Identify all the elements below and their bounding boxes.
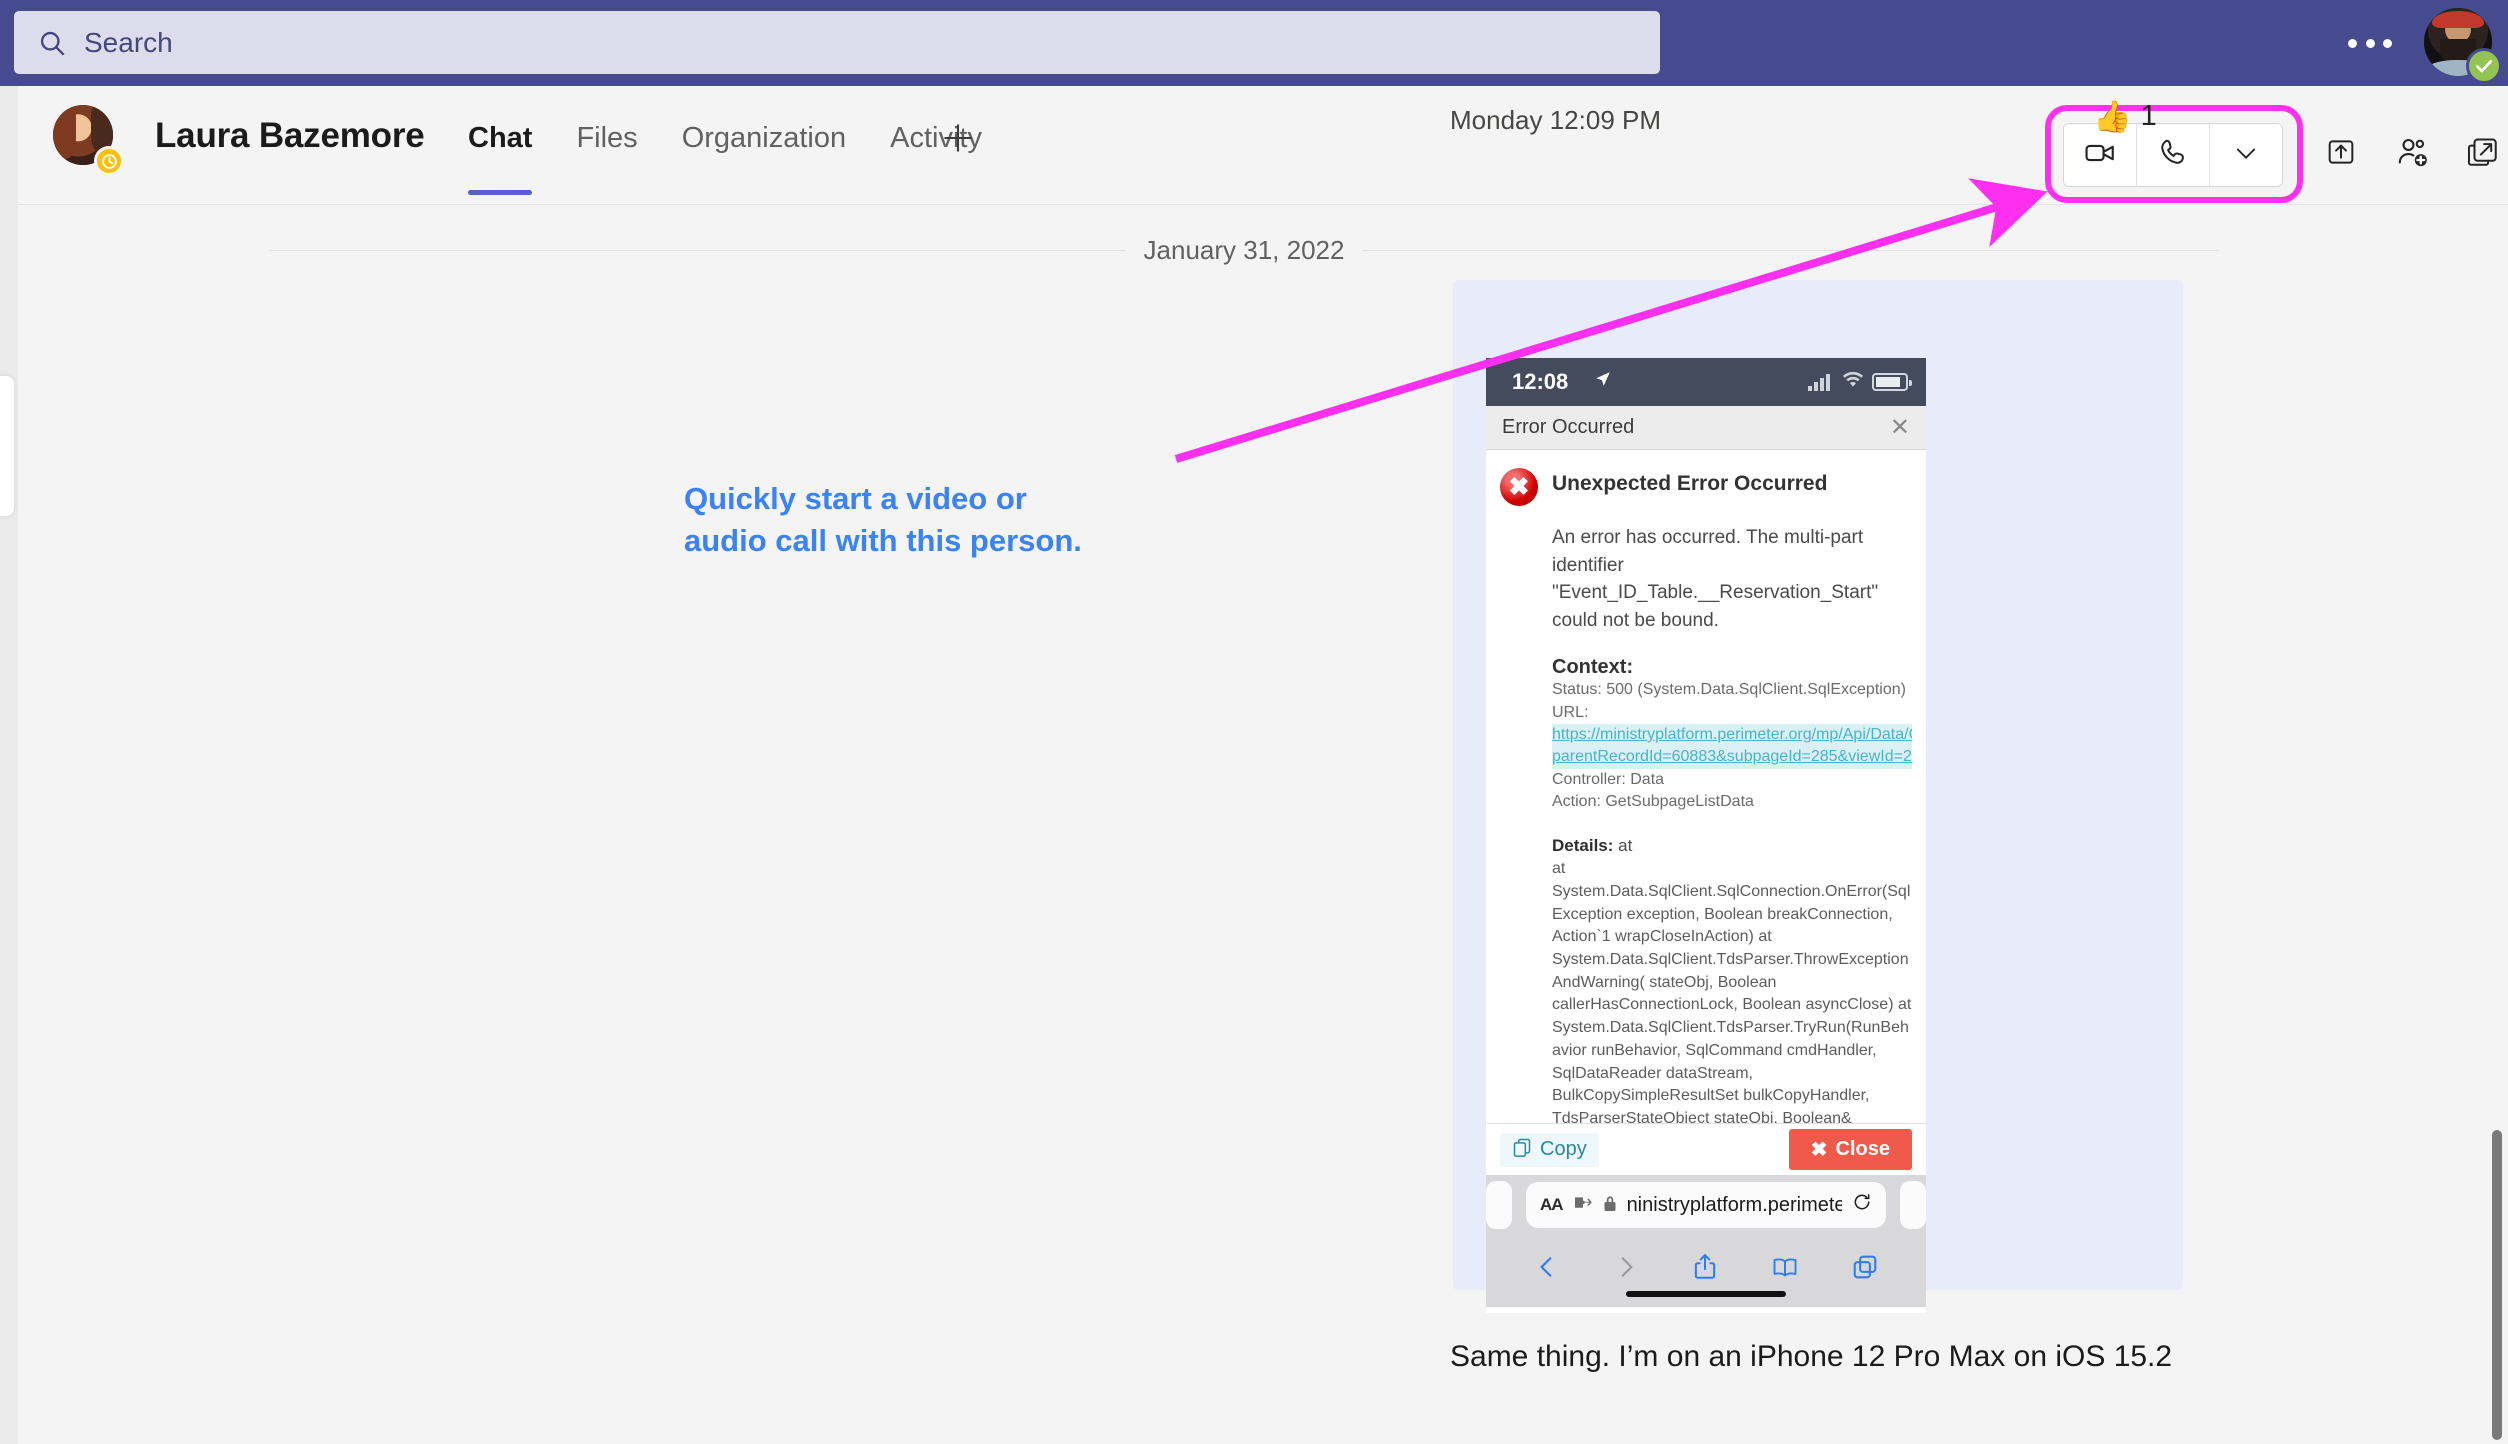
chevron-down-icon (2232, 139, 2260, 172)
copy-button-label: Copy (1540, 1138, 1587, 1160)
error-dialog-body: ✖ Unexpected Error Occurred An error has… (1486, 450, 1926, 1175)
chevron-right-icon (1613, 1254, 1639, 1288)
add-person-icon (2395, 134, 2431, 175)
battery-icon (1872, 373, 1912, 391)
chat-tabs: Chat Files Organization Activity (446, 122, 1004, 195)
dot (2348, 38, 2357, 48)
lock-icon (1603, 1195, 1617, 1216)
error-dialog-titlebar: Error Occurred ✕ (1486, 406, 1926, 450)
date-label: January 31, 2022 (1143, 234, 1345, 265)
context-status: Status: 500 (System.Data.SqlClient.SqlEx… (1552, 681, 1906, 699)
open-in-new-window-icon (2466, 135, 2500, 174)
phone-icon (2157, 137, 2189, 174)
search-placeholder: Search (84, 26, 173, 58)
close-button-label: Close (1835, 1138, 1890, 1160)
safari-url-text: ninistryplatform.perimeter.org (1626, 1193, 1842, 1216)
text-size-button[interactable]: AA (1540, 1195, 1564, 1215)
video-camera-icon (2083, 136, 2117, 175)
context-url-line-1[interactable]: https://ministryplatform.perimeter.org/m… (1552, 723, 1912, 747)
tab-organization[interactable]: Organization (660, 122, 868, 155)
error-description: An error has occurred. The multi-part id… (1552, 527, 1879, 631)
message-timestamp: Monday 12:09 PM (1450, 105, 1662, 135)
avatar-cap (2432, 10, 2484, 29)
left-rail (0, 86, 18, 1444)
divider-line-right (1362, 249, 2219, 251)
thumbs-up-icon: 👍 (2093, 99, 2132, 134)
tab-files[interactable]: Files (554, 122, 659, 155)
away-status-icon (94, 146, 124, 176)
annotation-line-2: audio call with this person. (684, 522, 1082, 558)
copy-button[interactable]: Copy (1500, 1132, 1599, 1167)
context-action: Action: GetSubpageListData (1552, 793, 1754, 811)
safari-url-field[interactable]: AA ninistryplatform.perimeter.org (1526, 1182, 1886, 1228)
message-reaction[interactable]: 👍 1 (2093, 100, 2157, 133)
more-options-button[interactable] (2348, 26, 2392, 60)
reaction-count: 1 (2140, 100, 2157, 132)
avatar-hair-left (53, 107, 76, 159)
details-inline: at (1613, 835, 1633, 855)
dot (2365, 38, 2375, 48)
copy-icon (1512, 1137, 1532, 1163)
safari-toolbar (1486, 1235, 1926, 1307)
details-label-text: Details: (1552, 835, 1614, 855)
search-input[interactable]: Search (14, 11, 1660, 74)
call-options-button[interactable] (2210, 124, 2282, 186)
puzzle-piece-icon[interactable] (1573, 1195, 1593, 1215)
close-icon[interactable]: ✕ (1890, 415, 1910, 440)
message-attachment-screenshot[interactable]: 12:08 Error Occurred ✕ ✖ Unexpected Erro… (1486, 358, 1926, 1313)
safari-address-bar: AA ninistryplatform.perimeter.org (1486, 1175, 1926, 1235)
wifi-icon (1842, 371, 1864, 393)
context-controller: Controller: Data (1552, 770, 1665, 788)
phone-status-bar: 12:08 (1486, 358, 1926, 406)
phone-clock: 12:08 (1512, 369, 1569, 394)
home-indicator (1626, 1291, 1786, 1297)
error-heading-row: ✖ Unexpected Error Occurred (1500, 466, 1912, 506)
reload-icon[interactable] (1852, 1192, 1872, 1218)
signal-bars-icon (1808, 374, 1830, 391)
book-icon[interactable] (1771, 1254, 1799, 1288)
x-icon: ✖ (1810, 1139, 1828, 1161)
share-upload-button[interactable] (2310, 123, 2372, 185)
page-title: Laura Bazemore (155, 116, 425, 155)
chevron-left-icon[interactable] (1534, 1254, 1560, 1288)
vertical-scrollbar[interactable] (2492, 1130, 2502, 1440)
message-text: Same thing. I’m on an iPhone 12 Pro Max … (1450, 1340, 2173, 1373)
location-arrow-icon (1594, 370, 1612, 394)
annotation-line-1: Quickly start a video or (684, 481, 1027, 516)
annotation-text: Quickly start a video or audio call with… (684, 478, 1244, 562)
audio-call-button[interactable] (2137, 124, 2210, 186)
available-status-icon (2466, 48, 2502, 84)
context-url-line-2[interactable]: parentRecordId=60883&subpageId=285&viewI… (1552, 746, 1912, 769)
share-icon[interactable] (1692, 1253, 1718, 1289)
safari-next-tab[interactable] (1900, 1181, 1926, 1229)
error-circle-icon: ✖ (1500, 468, 1538, 506)
error-heading: Unexpected Error Occurred (1552, 472, 1828, 495)
dialog-title: Error Occurred (1502, 416, 1635, 438)
add-people-button[interactable] (2382, 123, 2444, 185)
details-label: Details: at (1552, 834, 1912, 859)
plus-icon[interactable] (936, 116, 980, 160)
share-upload-icon (2324, 135, 2358, 174)
search-icon (38, 29, 66, 57)
context-url-label: URL: (1552, 703, 1589, 721)
app-top-bar: Search (0, 0, 2508, 86)
close-button[interactable]: ✖ Close (1788, 1129, 1912, 1170)
safari-prev-tab[interactable] (1486, 1181, 1512, 1229)
conversation-pane: January 31, 2022 (19, 205, 2489, 1444)
tabs-icon[interactable] (1852, 1254, 1878, 1288)
dot (2383, 38, 2392, 48)
error-dialog-footer: Copy ✖ Close (1486, 1123, 1926, 1175)
left-rail-panel-edge (0, 376, 14, 516)
popout-button[interactable] (2452, 123, 2508, 185)
context-label: Context: (1552, 656, 1634, 679)
date-divider: January 31, 2022 (269, 230, 2219, 270)
tab-chat[interactable]: Chat (446, 122, 554, 195)
divider-line-left (269, 249, 1126, 251)
